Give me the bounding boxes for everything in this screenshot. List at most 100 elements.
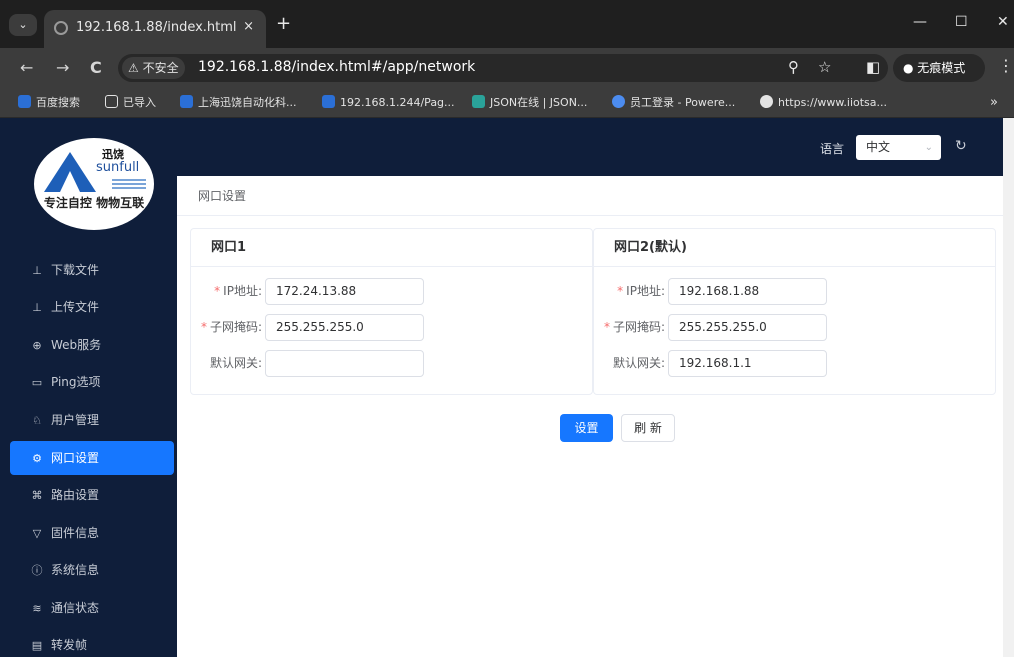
required-mark: * [603, 320, 610, 334]
sidebar-item-label: Web服务 [51, 338, 102, 352]
chevron-down-icon: ⌄ [18, 18, 28, 31]
sidebar-item-label: Ping选项 [51, 375, 101, 389]
set-button[interactable]: 设置 [560, 414, 613, 442]
bookmark-label: https://www.iiotsa... [778, 96, 888, 109]
close-icon[interactable]: × [243, 19, 254, 34]
url-text[interactable]: 192.168.1.88/index.html#/app/network [198, 59, 475, 75]
bookmark-label: 员工登录 - Powere... [630, 96, 736, 109]
incognito-indicator[interactable]: ● 无痕模式 [893, 54, 985, 82]
back-button[interactable]: ← [20, 58, 33, 77]
side-panel-icon[interactable]: ◧ [866, 58, 880, 76]
download-icon: ⊥ [32, 264, 42, 277]
breadcrumb-item: 网口设置 [198, 189, 247, 203]
gateway-input[interactable]: 192.168.1.1 [668, 350, 827, 377]
ip-address-input[interactable]: 172.24.13.88 [265, 278, 424, 305]
form-row-ip: * IP地址: 172.24.13.88 [191, 278, 592, 305]
refresh-icon[interactable]: ↻ [955, 138, 967, 154]
zoom-icon[interactable]: ⚲ [788, 58, 799, 76]
globe-icon [54, 21, 68, 35]
bookmark-favicon-icon [322, 95, 335, 108]
form-label: * 子网掩码: [200, 320, 262, 334]
folder-icon [105, 95, 118, 108]
network-card-eth1: 网口1 * IP地址: 172.24.13.88 * 子网掩码: 255.255.2… [190, 228, 593, 395]
incognito-icon: ● [903, 61, 918, 75]
language-label: 语言 [820, 142, 845, 156]
route-icon: ⌘ [31, 489, 43, 502]
card-title: 网口1 [191, 229, 592, 267]
form-row-ip: * IP地址: 192.168.1.88 [594, 278, 995, 305]
form-row-subnet: * 子网掩码: 255.255.255.0 [191, 314, 592, 341]
sidebar-item-routing[interactable]: ⌘ 路由设置 [10, 478, 174, 512]
tab-title: 192.168.1.88/index.html#/ap [76, 20, 236, 35]
bookmarks-overflow-button[interactable]: » [990, 95, 998, 111]
user-icon: ♘ [32, 414, 42, 427]
upload-icon: ⊥ [32, 301, 42, 314]
sidebar-item-download[interactable]: ⊥ 下载文件 [10, 253, 174, 287]
monitor-icon: ▭ [31, 376, 43, 389]
form-label: 默认网关: [209, 356, 262, 370]
sidebar-item-label: 路由设置 [51, 488, 100, 502]
bookmark-favicon-icon [612, 95, 625, 108]
tab-search-button[interactable]: ⌄ [9, 14, 37, 36]
sidebar-item-label: 下载文件 [51, 263, 100, 277]
bookmarks-bar: 百度搜索 已导入 上海迅饶自动化科... 192.168.1.244/Pag..… [0, 88, 1014, 118]
subnet-mask-input[interactable]: 255.255.255.0 [265, 314, 424, 341]
sidebar-item-upload[interactable]: ⊥ 上传文件 [10, 290, 174, 324]
required-mark: * [214, 284, 221, 298]
sidebar-item-ping[interactable]: ▭ Ping选项 [10, 365, 174, 399]
sidebar-item-label: 用户管理 [51, 413, 100, 427]
sidebar-item-web-service[interactable]: ⊕ Web服务 [10, 328, 174, 362]
new-tab-button[interactable]: + [276, 13, 291, 34]
bookmark-item[interactable]: 百度搜索 [18, 95, 80, 111]
security-indicator[interactable]: ⚠ 不安全 [122, 57, 185, 79]
logo-en-text: sunfull [96, 160, 140, 175]
sidebar-item-label: 系统信息 [51, 563, 100, 577]
required-mark: * [617, 284, 624, 298]
bookmark-label: 已导入 [123, 96, 156, 109]
language-select[interactable]: 中文 ⌄ [856, 135, 941, 160]
close-window-button[interactable]: ✕ [997, 14, 1009, 30]
form-label: * 子网掩码: [603, 320, 665, 334]
sidebar-item-users[interactable]: ♘ 用户管理 [10, 403, 174, 437]
sidebar-item-label: 通信状态 [51, 601, 100, 615]
bookmark-item[interactable]: JSON在线 | JSON... [472, 95, 587, 111]
browser-tab[interactable]: 192.168.1.88/index.html#/ap × [44, 10, 266, 48]
web-icon: ⊕ [32, 339, 42, 352]
bookmark-item[interactable]: 上海迅饶自动化科... [180, 95, 297, 111]
maximize-button[interactable]: ☐ [955, 14, 968, 30]
wifi-icon: ≋ [32, 602, 42, 615]
sidebar-item-firmware[interactable]: ▽ 固件信息 [10, 516, 174, 550]
network-card-eth2: 网口2(默认) * IP地址: 192.168.1.88 * 子网掩码: 255.2… [593, 228, 996, 395]
form-row-gateway: 默认网关: 192.168.1.1 [594, 350, 995, 377]
omnibox[interactable]: ⚠ 不安全 192.168.1.88/index.html#/app/netwo… [118, 54, 888, 82]
gateway-input[interactable] [265, 350, 424, 377]
bookmark-item[interactable]: 员工登录 - Powere... [612, 95, 735, 111]
bookmark-favicon-icon [472, 95, 485, 108]
company-logo: 迅饶 sunfull 专注自控 物物互联 [34, 138, 154, 230]
address-bar-row: ← → C ⚠ 不安全 192.168.1.88/index.html#/app… [0, 48, 1014, 88]
sidebar-item-comm-status[interactable]: ≋ 通信状态 [10, 591, 174, 625]
info-icon: ⓘ [31, 564, 43, 577]
page-scrollbar[interactable] [1003, 118, 1014, 657]
sidebar-item-forward-frame[interactable]: ▤ 转发帧 [10, 628, 174, 657]
star-icon[interactable]: ☆ [818, 58, 831, 76]
bookmark-item[interactable]: https://www.iiotsa... [760, 95, 887, 111]
sidebar-item-network[interactable]: ⚙ 网口设置 [10, 441, 174, 475]
sidebar-item-label: 转发帧 [51, 638, 88, 652]
subnet-mask-input[interactable]: 255.255.255.0 [668, 314, 827, 341]
bookmark-favicon-icon [18, 95, 31, 108]
bookmark-folder[interactable]: 已导入 [105, 95, 156, 111]
forward-button[interactable]: → [56, 58, 69, 77]
chevron-down-icon: ⌄ [924, 142, 933, 153]
more-menu-icon[interactable]: ⋮ [998, 56, 1014, 75]
breadcrumb: 网口设置 [177, 176, 1014, 216]
globe-icon [760, 95, 773, 108]
bookmark-label: 上海迅饶自动化科... [198, 96, 297, 109]
minimize-button[interactable]: — [913, 14, 927, 30]
sidebar-item-system-info[interactable]: ⓘ 系统信息 [10, 553, 174, 587]
filter-icon: ▽ [32, 527, 42, 540]
bookmark-item[interactable]: 192.168.1.244/Pag... [322, 95, 455, 111]
ip-address-input[interactable]: 192.168.1.88 [668, 278, 827, 305]
reload-button[interactable]: C [90, 58, 102, 77]
refresh-button[interactable]: 刷 新 [621, 414, 675, 442]
